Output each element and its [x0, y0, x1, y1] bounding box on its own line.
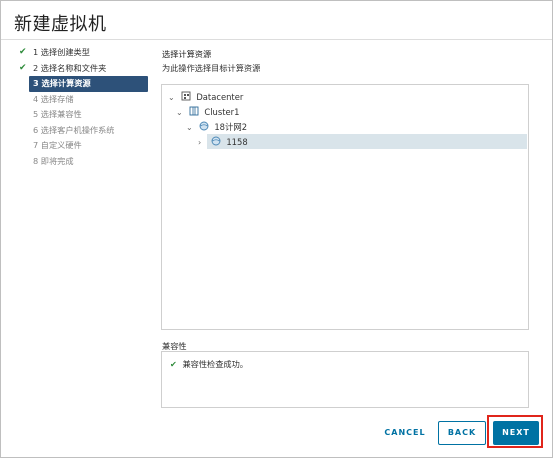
step-label: 3 选择计算资源 [33, 78, 91, 88]
resource-pool-icon [211, 136, 221, 146]
step-5: 5 选择兼容性 [13, 107, 153, 123]
datacenter-icon [181, 91, 191, 101]
check-icon: ✔ [170, 359, 177, 369]
chevron-down-icon[interactable]: ⌄ [186, 121, 196, 135]
cancel-button[interactable]: CANCEL [379, 421, 431, 445]
step-8: 8 即将完成 [13, 154, 153, 170]
back-button[interactable]: BACK [438, 421, 486, 445]
step-label: 5 选择兼容性 [33, 109, 82, 119]
check-icon: ✔ [19, 47, 27, 57]
cluster-icon [189, 106, 199, 116]
step-1[interactable]: ✔ 1 选择创建类型 [13, 45, 153, 61]
title-divider [1, 39, 552, 40]
section-subtitle: 为此操作选择目标计算资源 [162, 63, 261, 73]
resource-pool-icon [199, 121, 209, 131]
step-2[interactable]: ✔ 2 选择名称和文件夹 [13, 61, 153, 77]
step-label: 6 选择客户机操作系统 [33, 124, 115, 135]
selected-row-highlight [207, 134, 527, 149]
tree-label: Cluster1 [204, 107, 240, 117]
step-label: 8 即将完成 [33, 155, 74, 166]
compute-resource-tree[interactable]: ⌄ Datacenter ⌄ Cluster1 ⌄ 18计网2 › 1158 [161, 84, 529, 330]
compatibility-message: ✔ 兼容性检查成功。 [170, 358, 248, 370]
section-title: 选择计算资源 [162, 49, 212, 59]
chevron-down-icon[interactable]: ⌄ [176, 106, 186, 120]
step-label: 7 自定义硬件 [33, 140, 82, 150]
compatibility-box: ✔ 兼容性检查成功。 [161, 351, 529, 408]
tree-label: Datacenter [196, 92, 244, 102]
next-button-highlight [487, 415, 543, 448]
step-6: 6 选择客户机操作系统 [13, 123, 153, 139]
tree-node-selected[interactable]: › 1158 [198, 135, 248, 149]
step-label: 2 选择名称和文件夹 [33, 62, 107, 73]
tree-node-cluster[interactable]: ⌄ Cluster1 [176, 105, 239, 119]
tree-node-resource-pool[interactable]: ⌄ 18计网2 [186, 120, 247, 134]
step-label: 4 选择存储 [33, 93, 74, 104]
tree-label: 1158 [226, 137, 248, 147]
step-3-active[interactable]: 3 选择计算资源 [29, 76, 148, 92]
tree-label: 18计网2 [214, 122, 248, 132]
chevron-down-icon[interactable]: ⌄ [168, 91, 178, 105]
wizard-steps: ✔ 1 选择创建类型 ✔ 2 选择名称和文件夹 3 选择计算资源 4 选择存储 … [13, 45, 153, 169]
step-label: 1 选择创建类型 [33, 47, 90, 57]
step-4: 4 选择存储 [13, 92, 153, 108]
new-vm-dialog: 新建虚拟机 ✔ 1 选择创建类型 ✔ 2 选择名称和文件夹 3 选择计算资源 4… [0, 0, 553, 458]
dialog-title: 新建虚拟机 [14, 14, 107, 35]
chevron-right-icon[interactable]: › [198, 136, 208, 150]
check-icon: ✔ [19, 62, 27, 73]
tree-node-datacenter[interactable]: ⌄ Datacenter [168, 90, 243, 104]
compatibility-text: 兼容性检查成功。 [182, 359, 248, 369]
step-7: 7 自定义硬件 [13, 138, 153, 154]
